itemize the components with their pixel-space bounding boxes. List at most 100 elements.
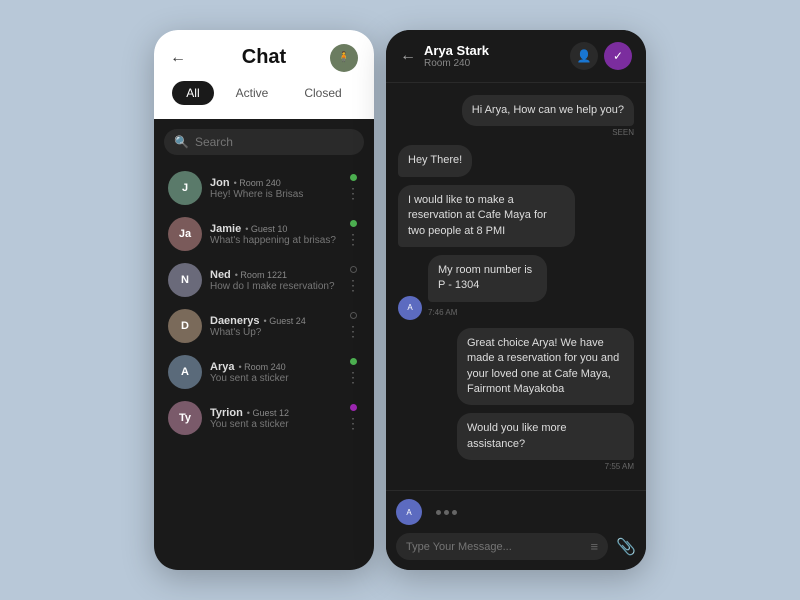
tab-active[interactable]: Active [222,81,283,105]
profile-button[interactable]: 👤 [570,42,598,70]
chat-preview: What's Up? [210,327,338,338]
attachment-button[interactable]: 📎 [616,537,636,557]
person-icon: 👤 [577,49,592,63]
message-time: 7:55 AM [605,462,634,471]
more-options-button[interactable]: ⋮ [346,277,360,294]
chat-list-panel: ← Chat 🧍 All Active Closed 🔍 J Jon • Roo… [154,30,374,570]
message-row: Hey There! [398,145,634,176]
chat-name: Jon [210,177,230,189]
chat-meta: ⋮ [346,266,360,294]
typing-dot-3 [452,510,457,515]
message-row: Would you like more assistance? 7:55 AM [398,413,634,471]
chat-room: • Room 240 [234,178,281,188]
header-actions: 👤 ✓ [570,42,632,70]
chat-info: Jon • Room 240 Hey! Where is Brisas [210,177,338,200]
message-with-avatar: A My room number is P - 1304 7:46 AM [398,255,587,320]
chat-room: • Room 1221 [235,270,287,280]
message-bubble: Great choice Arya! We have made a reserv… [457,328,634,406]
chat-info: Ned • Room 1221 How do I make reservatio… [210,269,338,292]
chat-info: Tyrion • Guest 12 You sent a sticker [210,407,338,430]
messages-area: Hi Arya, How can we help you? SEEN Hey T… [386,83,646,490]
contact-room: Room 240 [424,58,562,69]
list-item[interactable]: J Jon • Room 240 Hey! Where is Brisas ⋮ [164,165,364,211]
name-row: Ned • Room 1221 [210,269,338,281]
list-item[interactable]: Ja Jamie • Guest 10 What's happening at … [164,211,364,257]
chat-name: Arya [210,361,234,373]
more-options-button[interactable]: ⋮ [346,369,360,386]
app-container: ← Chat 🧍 All Active Closed 🔍 J Jon • Roo… [154,30,646,570]
status-dot [350,220,357,227]
chat-meta: ⋮ [346,404,360,432]
message-input[interactable] [406,541,590,553]
chat-room: • Guest 12 [247,408,289,418]
status-dot [350,312,357,319]
user-avatar-top: 🧍 [330,44,358,72]
list-item[interactable]: N Ned • Room 1221 How do I make reservat… [164,257,364,303]
chat-list-container: J Jon • Room 240 Hey! Where is Brisas ⋮ … [164,165,364,441]
message-row: A My room number is P - 1304 7:46 AM [398,255,634,320]
name-row: Jon • Room 240 [210,177,338,189]
status-dot [350,404,357,411]
typing-dot-1 [436,510,441,515]
filter-tab-group: All Active Closed [170,81,358,105]
typing-user-avatar: A [396,499,422,525]
message-bubble: Would you like more assistance? [457,413,634,460]
search-bar: 🔍 [164,129,364,155]
message-input-row: ≡ [396,533,608,560]
message-row: Great choice Arya! We have made a reserv… [398,328,634,406]
name-row: Arya • Room 240 [210,361,338,373]
page-title: Chat [242,46,286,69]
header-top-row: ← Chat 🧍 [170,46,358,69]
chat-info: Arya • Room 240 You sent a sticker [210,361,338,384]
check-button[interactable]: ✓ [604,42,632,70]
more-options-button[interactable]: ⋮ [346,323,360,340]
chat-name: Tyrion [210,407,243,419]
avatar: A [168,355,202,389]
typing-indicator [430,506,463,519]
chat-list-body: 🔍 J Jon • Room 240 Hey! Where is Brisas … [154,119,374,570]
chat-detail-panel: ← Arya Stark Room 240 👤 ✓ Hi Arya, How c… [386,30,646,570]
more-options-button[interactable]: ⋮ [346,185,360,202]
message-bubble: I would like to make a reservation at Ca… [398,185,575,247]
status-dot [350,358,357,365]
name-row: Jamie • Guest 10 [210,223,338,235]
chat-preview: Hey! Where is Brisas [210,189,338,200]
back-button[interactable]: ← [170,49,186,67]
list-item[interactable]: A Arya • Room 240 You sent a sticker ⋮ [164,349,364,395]
avatar: A [398,296,422,320]
contact-name: Arya Stark [424,43,562,58]
list-item[interactable]: Ty Tyrion • Guest 12 You sent a sticker … [164,395,364,441]
more-options-button[interactable]: ⋮ [346,231,360,248]
chat-input-area: A [386,490,646,533]
header-back-button[interactable]: ← [400,47,416,65]
search-input[interactable] [195,135,354,149]
chat-meta: ⋮ [346,358,360,386]
chat-preview: You sent a sticker [210,373,338,384]
avatar: N [168,263,202,297]
avatar: Ja [168,217,202,251]
avatar: J [168,171,202,205]
message-bubble: Hey There! [398,145,472,176]
contact-info: Arya Stark Room 240 [424,43,562,69]
chat-info: Jamie • Guest 10 What's happening at bri… [210,223,338,246]
chat-list-header: ← Chat 🧍 All Active Closed [154,30,374,119]
status-dot [350,174,357,181]
avatar: D [168,309,202,343]
typing-dot-2 [444,510,449,515]
avatar: Ty [168,401,202,435]
chat-room: • Room 240 [238,362,285,372]
message-row: I would like to make a reservation at Ca… [398,185,634,247]
check-icon: ✓ [613,49,623,63]
more-options-button[interactable]: ⋮ [346,415,360,432]
chat-preview: How do I make reservation? [210,281,338,292]
chat-room: • Guest 10 [245,224,287,234]
message-bubble: Hi Arya, How can we help you? [462,95,634,126]
name-row: Daenerys • Guest 24 [210,315,338,327]
name-row: Tyrion • Guest 12 [210,407,338,419]
chat-name: Jamie [210,223,241,235]
list-item[interactable]: D Daenerys • Guest 24 What's Up? ⋮ [164,303,364,349]
format-icon[interactable]: ≡ [590,539,598,554]
chat-header: ← Arya Stark Room 240 👤 ✓ [386,30,646,83]
tab-all[interactable]: All [172,81,213,105]
tab-closed[interactable]: Closed [290,81,355,105]
